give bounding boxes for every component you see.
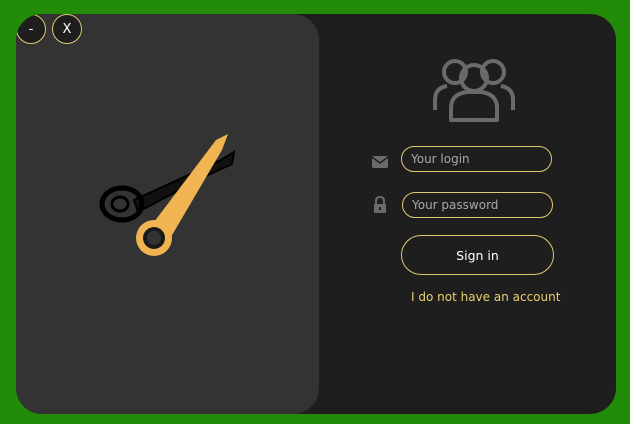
scissors-icon: [99, 134, 236, 256]
login-window: - X Sign in I do not have an account: [16, 14, 616, 414]
password-input[interactable]: [402, 192, 553, 218]
minimize-button[interactable]: -: [16, 14, 46, 44]
close-button[interactable]: X: [52, 14, 82, 44]
sign-in-button[interactable]: Sign in: [401, 235, 554, 275]
lock-icon: [374, 196, 386, 213]
register-link[interactable]: I do not have an account: [411, 290, 560, 304]
brand-panel: [16, 14, 319, 414]
users-icon: [433, 59, 515, 122]
login-input[interactable]: [401, 146, 552, 172]
mail-icon: [371, 156, 389, 168]
